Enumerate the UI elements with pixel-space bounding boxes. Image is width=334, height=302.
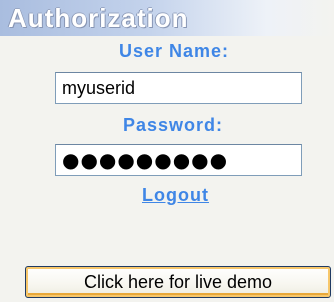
authorization-panel: Authorization User Name: myuserid Passwo… — [0, 0, 334, 302]
panel-title: Authorization — [8, 3, 189, 33]
username-input[interactable]: myuserid — [55, 72, 302, 104]
password-input[interactable]: ●●●●●●●●● — [55, 144, 302, 176]
logout-link[interactable]: Logout — [142, 185, 209, 206]
live-demo-button[interactable]: Click here for live demo — [25, 266, 331, 298]
title-bar: Authorization — [0, 0, 334, 36]
password-label: Password: — [123, 115, 224, 135]
username-label: User Name: — [119, 41, 230, 61]
